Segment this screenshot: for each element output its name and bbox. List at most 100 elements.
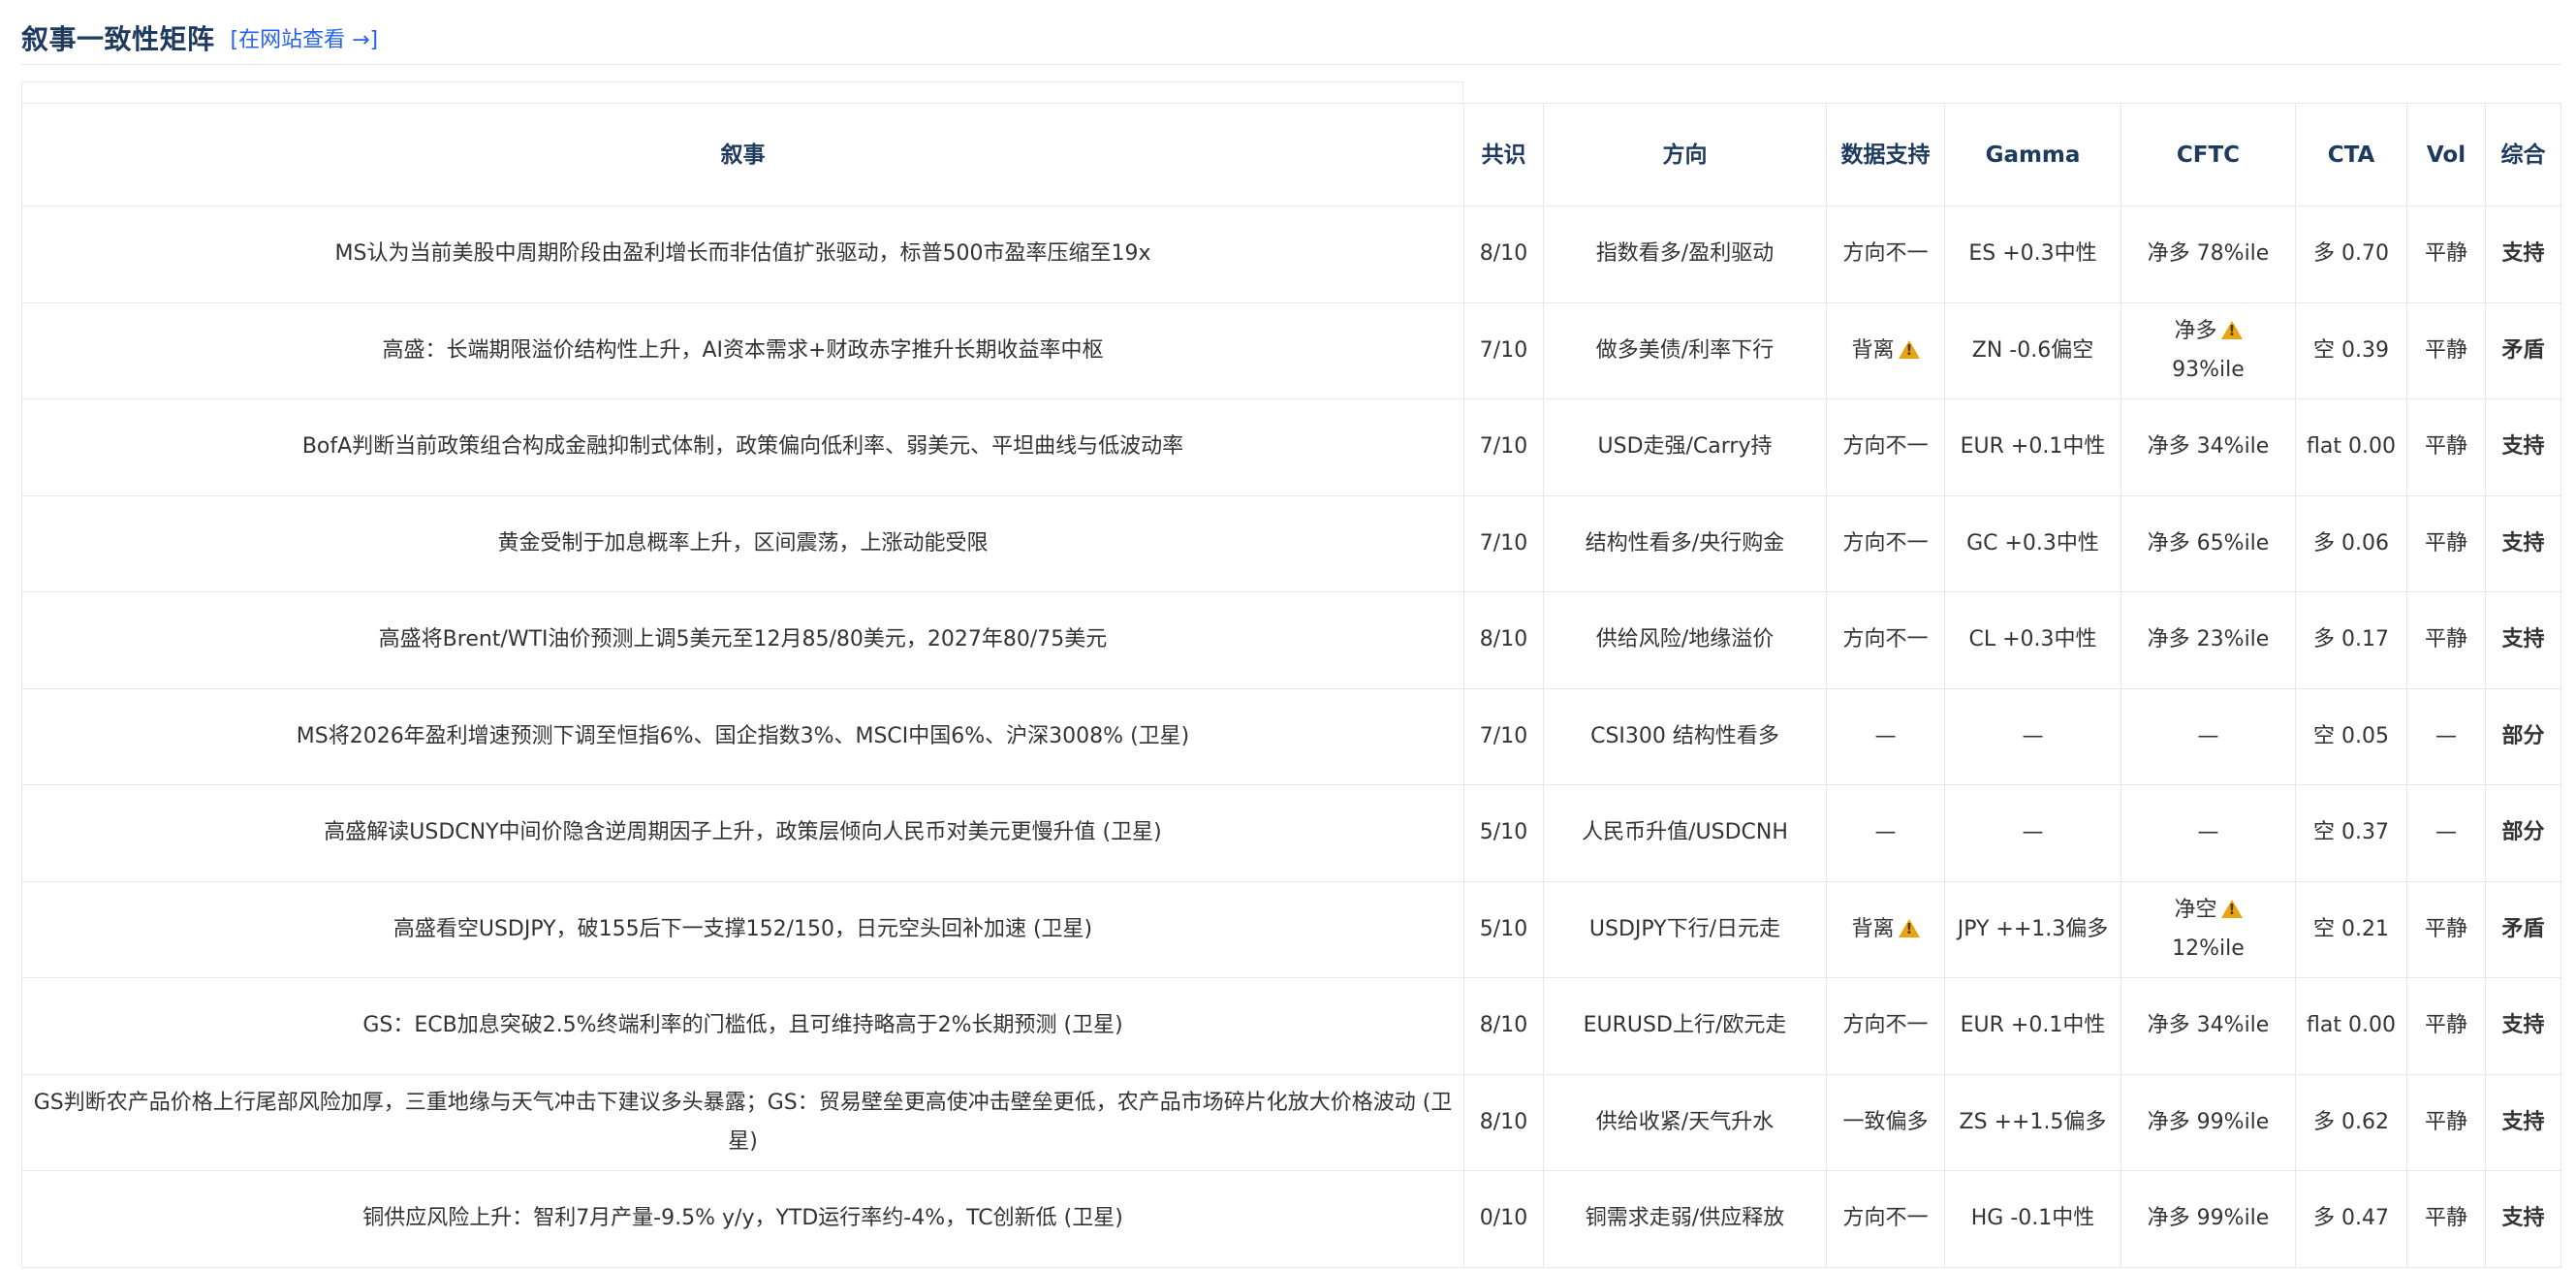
vol-cell: 平静 <box>2406 206 2486 303</box>
gamma-cell: GC +0.3中性 <box>1944 494 2121 592</box>
gamma-cell-text: ES +0.3中性 <box>1968 241 2097 267</box>
vol-cell-text: — <box>2435 723 2457 748</box>
verdict-cell-text: 支持 <box>2501 241 2545 267</box>
narrative-cell: MS认为当前美股中周期阶段由盈利增长而非估值扩张驱动，标普500市盈率压缩至19… <box>21 206 1464 303</box>
cftc-cell: 净多 34%ile <box>2120 977 2296 1075</box>
cta-cell-text: 空 0.39 <box>2313 337 2389 363</box>
narrative-cell: 高盛看空USDJPY，破155后下一支撑152/150，日元空头回补加速 (卫星… <box>21 880 1464 978</box>
narrative-cell-text: GS判断农产品价格上行尾部风险加厚，三重地缘与天气冲击下建议多头暴露；GS：贸易… <box>33 1090 1453 1154</box>
vol-cell: — <box>2406 687 2486 785</box>
vol-cell-text: — <box>2435 820 2457 845</box>
cftc-cell-text: 净多 34%ile <box>2147 1013 2270 1038</box>
table-row: 高盛解读USDCNY中间价隐含逆周期因子上升，政策层倾向人民币对美元更慢升值 (… <box>21 784 2561 882</box>
cta-cell-text: 空 0.37 <box>2313 820 2389 845</box>
cftc-cell-text: 净多 99%ile <box>2147 1206 2270 1231</box>
gamma-cell-text: CL +0.3中性 <box>1968 627 2097 652</box>
gamma-cell-text: GC +0.3中性 <box>1966 530 2099 556</box>
page: 叙事一致性矩阵 [在网站查看 →] 叙事 共识 方向 数据支持 Gamma CF… <box>0 0 2576 1270</box>
cta-cell-text: 多 0.70 <box>2313 241 2389 267</box>
direction-cell: 供给风险/地缘溢价 <box>1543 591 1827 689</box>
gamma-cell: ES +0.3中性 <box>1944 206 2121 303</box>
gamma-cell: HG -0.1中性 <box>1944 1170 2121 1268</box>
column-header-gamma: Gamma <box>1944 103 2121 206</box>
verdict-cell: 支持 <box>2485 977 2561 1075</box>
narrative-cell: GS：ECB加息突破2.5%终端利率的门槛低，且可维持略高于2%长期预测 (卫星… <box>21 977 1464 1075</box>
data-support-cell: 方向不一 <box>1826 494 1945 592</box>
consensus-cell: 5/10 <box>1463 784 1544 882</box>
narrative-cell-text: 高盛将Brent/WTI油价预测上调5美元至12月85/80美元，2027年80… <box>378 627 1108 652</box>
warning-icon <box>1898 339 1920 359</box>
cftc-percentile-text: 12%ile <box>2172 936 2245 961</box>
narrative-cell-text: 铜供应风险上升：智利7月产量-9.5% y/y，YTD运行率约-4%，TC创新低… <box>362 1206 1123 1231</box>
view-on-website-link[interactable]: [在网站查看 →] <box>231 22 379 53</box>
gamma-cell: EUR +0.1中性 <box>1944 398 2121 496</box>
vol-cell-text: 平静 <box>2424 337 2467 363</box>
vol-cell: — <box>2406 784 2486 882</box>
direction-cell: USD走强/Carry持 <box>1543 398 1827 496</box>
cftc-cell: 净多 34%ile <box>2120 398 2296 496</box>
cta-cell: flat 0.00 <box>2295 977 2407 1075</box>
column-header-consensus: 共识 <box>1463 103 1544 206</box>
table-row: MS将2026年盈利增速预测下调至恒指6%、国企指数3%、MSCI中国6%、沪深… <box>21 687 2561 785</box>
cftc-cell: — <box>2120 784 2296 882</box>
data-support-cell: 方向不一 <box>1826 398 1945 496</box>
cftc-cell-text: 净多 78%ile <box>2147 241 2270 267</box>
data-support-cell: 一致偏多 <box>1826 1073 1945 1171</box>
cftc-cell-text: 净空 12%ile <box>2172 898 2245 961</box>
direction-cell-text: 供给风险/地缘溢价 <box>1595 627 1775 652</box>
cftc-percentile-text: 93%ile <box>2172 357 2245 382</box>
cftc-cell-text: 净多 93%ile <box>2172 319 2245 382</box>
consensus-cell-text: 7/10 <box>1479 337 1528 363</box>
verdict-cell: 支持 <box>2485 494 2561 592</box>
cta-cell: 多 0.17 <box>2295 591 2407 689</box>
cta-cell-text: 多 0.17 <box>2313 627 2389 652</box>
gamma-cell-text: JPY ++1.3偏多 <box>1957 916 2109 941</box>
consensus-cell-text: 7/10 <box>1479 530 1528 556</box>
verdict-cell: 部分 <box>2485 687 2561 785</box>
verdict-cell-text: 支持 <box>2501 1206 2545 1231</box>
column-header-narrative: 叙事 <box>21 103 1464 206</box>
data-support-cell-text: 方向不一 <box>1842 1013 1929 1038</box>
cta-cell-text: 多 0.47 <box>2313 1206 2389 1231</box>
data-support-cell-text: — <box>1874 820 1897 845</box>
consensus-cell: 8/10 <box>1463 977 1544 1075</box>
table-row: 高盛将Brent/WTI油价预测上调5美元至12月85/80美元，2027年80… <box>21 591 2561 689</box>
gamma-cell: CL +0.3中性 <box>1944 591 2121 689</box>
cta-cell-text: 空 0.05 <box>2313 723 2389 748</box>
consensus-cell: 8/10 <box>1463 1073 1544 1171</box>
data-support-cell-text: 方向不一 <box>1842 530 1929 556</box>
consensus-cell: 8/10 <box>1463 206 1544 303</box>
direction-cell: CSI300 结构性看多 <box>1543 687 1827 785</box>
warning-icon <box>2220 899 2243 918</box>
cta-cell: 多 0.47 <box>2295 1170 2407 1268</box>
data-support-cell-text: 一致偏多 <box>1842 1109 1929 1134</box>
narrative-cell-text: 高盛：长端期限溢价结构性上升，AI资本需求+财政赤字推升长期收益率中枢 <box>382 337 1104 363</box>
verdict-cell-text: 支持 <box>2501 1109 2545 1134</box>
cta-cell-text: 空 0.21 <box>2313 916 2389 941</box>
vol-cell-text: 平静 <box>2424 241 2467 267</box>
direction-cell: 铜需求走弱/供应释放 <box>1543 1170 1827 1268</box>
table-row: BofA判断当前政策组合构成金融抑制式体制，政策偏向低利率、弱美元、平坦曲线与低… <box>21 398 2561 496</box>
vol-cell-text: 平静 <box>2424 530 2467 556</box>
narrative-cell-text: 黄金受制于加息概率上升，区间震荡，上涨动能受限 <box>497 530 989 556</box>
table-row: MS认为当前美股中周期阶段由盈利增长而非估值扩张驱动，标普500市盈率压缩至19… <box>21 206 2561 303</box>
data-support-cell-text: 背离 <box>1851 916 1895 941</box>
vol-cell-text: 平静 <box>2424 627 2467 652</box>
gamma-cell-text: — <box>2022 820 2044 845</box>
consensus-cell-text: 8/10 <box>1479 1013 1528 1038</box>
verdict-cell-text: 支持 <box>2501 530 2545 556</box>
narrative-cell: GS判断农产品价格上行尾部风险加厚，三重地缘与天气冲击下建议多头暴露；GS：贸易… <box>21 1073 1464 1171</box>
table-row: 铜供应风险上升：智利7月产量-9.5% y/y，YTD运行率约-4%，TC创新低… <box>21 1170 2561 1268</box>
data-support-cell: 方向不一 <box>1826 206 1945 303</box>
vol-cell: 平静 <box>2406 302 2486 399</box>
direction-cell-text: 人民币升值/USDCNH <box>1582 820 1788 845</box>
cftc-position-text: 净多 <box>2174 318 2217 343</box>
data-support-cell-text: 方向不一 <box>1842 434 1929 460</box>
narrative-cell: 高盛解读USDCNY中间价隐含逆周期因子上升，政策层倾向人民币对美元更慢升值 (… <box>21 784 1464 882</box>
data-support-cell-text: 方向不一 <box>1842 1206 1929 1231</box>
gamma-cell-text: EUR +0.1中性 <box>1960 1013 2106 1038</box>
narrative-cell: 铜供应风险上升：智利7月产量-9.5% y/y，YTD运行率约-4%，TC创新低… <box>21 1170 1464 1268</box>
consensus-cell: 7/10 <box>1463 687 1544 785</box>
column-header-verdict: 综合 <box>2485 103 2561 206</box>
direction-cell-text: 结构性看多/央行购金 <box>1585 530 1785 556</box>
